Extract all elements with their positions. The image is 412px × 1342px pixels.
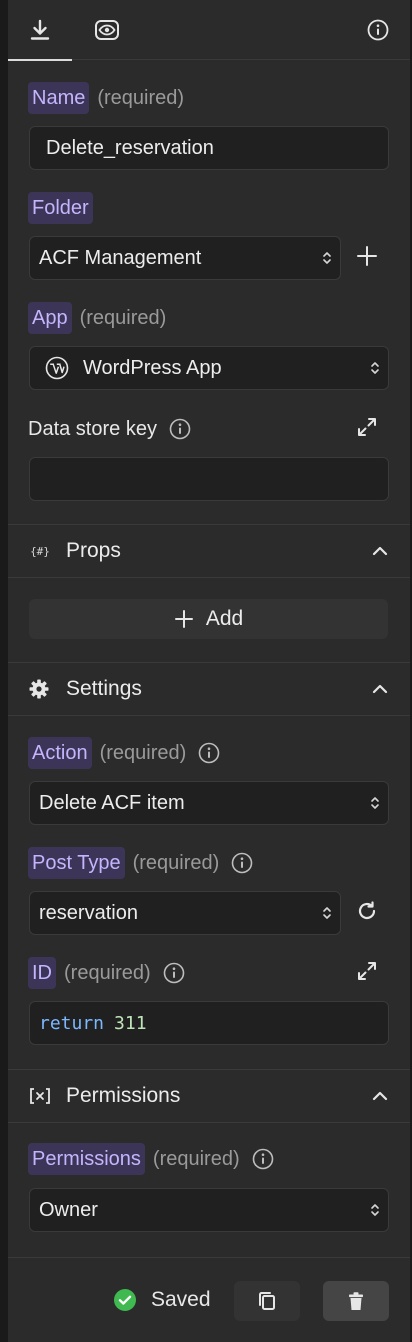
permissions-required: (required) (152, 1147, 240, 1170)
name-input[interactable]: Delete_reservation (29, 126, 389, 170)
app-select[interactable]: WordPress App (29, 346, 389, 390)
trash-icon (347, 1291, 365, 1311)
name-value: Delete_reservation (46, 136, 214, 159)
info-icon[interactable] (163, 962, 185, 984)
name-required: (required) (97, 86, 185, 109)
data-store-key-label: Data store key (28, 417, 157, 440)
download-icon (29, 19, 51, 41)
app-required: (required) (79, 306, 167, 329)
info-icon (367, 19, 389, 41)
svg-text:{#}: {#} (30, 545, 50, 558)
tab-bar (8, 0, 410, 61)
post-type-select[interactable]: reservation (29, 891, 341, 935)
action-value: Delete ACF item (39, 791, 185, 814)
post-type-value: reservation (39, 901, 138, 924)
folder-label-row: Folder (28, 192, 93, 224)
app-label-row: App (required) (28, 302, 166, 334)
permissions-title: Permissions (66, 1084, 181, 1107)
expand-icon (356, 416, 378, 443)
save-status: Saved (113, 1288, 211, 1312)
data-store-key-input[interactable] (29, 457, 389, 501)
check-circle-icon (113, 1288, 151, 1312)
expand-button[interactable] (352, 414, 382, 444)
id-required: (required) (64, 961, 151, 984)
expand-icon (356, 960, 378, 987)
eye-icon (94, 19, 120, 41)
step-editor-panel: Name (required) Delete_reservation Folde… (8, 0, 410, 1342)
select-caret-icon (370, 1202, 380, 1218)
id-label-row: ID (required) (28, 957, 185, 989)
add-prop-button[interactable]: Add (29, 599, 388, 639)
bracket-x-icon (28, 1086, 52, 1106)
post-type-label-row: Post Type (required) (28, 847, 253, 879)
action-required: (required) (99, 741, 187, 764)
props-section-header[interactable]: {#} Props (8, 525, 410, 577)
action-label: Action (28, 737, 92, 769)
divider (8, 1122, 410, 1123)
name-label: Name (28, 82, 90, 114)
post-type-required: (required) (132, 851, 220, 874)
permissions-label-row: Permissions (required) (28, 1143, 274, 1175)
braces-hash-icon: {#} (28, 541, 52, 561)
action-label-row: Action (required) (28, 737, 220, 769)
folder-label: Folder (28, 192, 93, 224)
expand-button[interactable] (352, 958, 382, 988)
app-label: App (28, 302, 72, 334)
save-status-text: Saved (151, 1288, 211, 1311)
settings-title: Settings (66, 677, 142, 700)
id-label: ID (28, 957, 56, 989)
info-icon[interactable] (252, 1148, 274, 1170)
code-keyword: return (39, 1012, 105, 1034)
tab-info[interactable] (360, 0, 396, 60)
plus-icon (356, 245, 378, 272)
tab-download[interactable] (8, 0, 72, 61)
divider (8, 715, 410, 716)
settings-section-header[interactable]: Settings (8, 663, 410, 715)
divider (8, 577, 410, 578)
data-store-key-label-row: Data store key (28, 413, 191, 445)
tab-preview[interactable] (86, 0, 128, 60)
chevron-up-icon (372, 684, 388, 694)
select-caret-icon (370, 360, 380, 376)
refresh-icon (356, 900, 378, 927)
permissions-select[interactable]: Owner (29, 1188, 389, 1232)
footer-bar: Saved (8, 1257, 410, 1342)
select-caret-icon (322, 905, 332, 921)
delete-button[interactable] (323, 1281, 389, 1321)
gear-icon (28, 678, 50, 700)
info-icon[interactable] (231, 852, 253, 874)
duplicate-button[interactable] (234, 1281, 300, 1321)
props-title: Props (66, 539, 121, 562)
action-select[interactable]: Delete ACF item (29, 781, 389, 825)
app-value: WordPress App (83, 356, 222, 379)
info-icon[interactable] (169, 418, 191, 440)
code-value: 311 (114, 1012, 147, 1034)
permissions-value: Owner (39, 1198, 98, 1221)
refresh-post-types-button[interactable] (352, 898, 382, 928)
add-folder-button[interactable] (352, 243, 382, 273)
plus-icon (174, 609, 206, 629)
select-caret-icon (322, 250, 332, 266)
info-icon[interactable] (198, 742, 220, 764)
permissions-label: Permissions (28, 1143, 145, 1175)
name-label-row: Name (required) (28, 82, 184, 114)
select-caret-icon (370, 795, 380, 811)
folder-value: ACF Management (39, 246, 202, 269)
id-code-editor[interactable]: return 311 (29, 1001, 389, 1045)
add-label: Add (205, 607, 244, 630)
chevron-up-icon (372, 1091, 388, 1101)
chevron-up-icon (372, 546, 388, 556)
folder-select[interactable]: ACF Management (29, 236, 341, 280)
permissions-section-header[interactable]: Permissions (8, 1070, 410, 1122)
copy-icon (257, 1290, 277, 1312)
wordpress-icon (45, 356, 69, 380)
post-type-label: Post Type (28, 847, 125, 879)
